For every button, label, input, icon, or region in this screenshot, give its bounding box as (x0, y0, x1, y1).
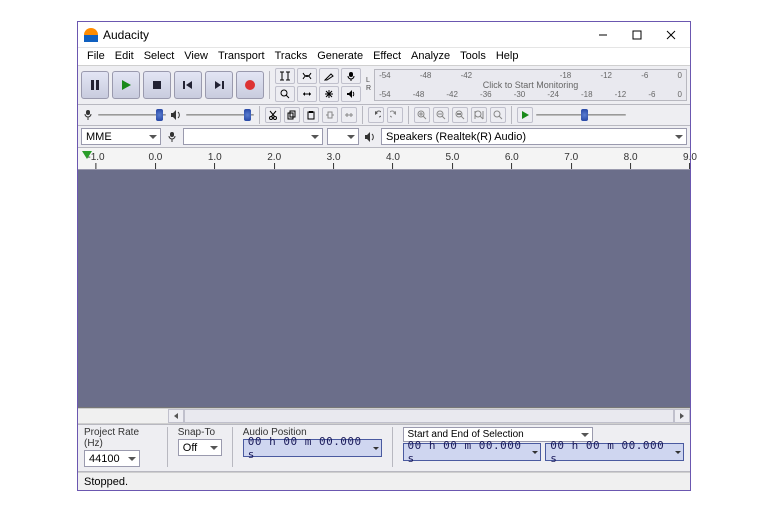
ruler-mark: 5.0 (445, 152, 459, 169)
stop-button[interactable] (143, 71, 171, 99)
rec-device-icon (165, 130, 179, 144)
status-bar: Stopped. (78, 472, 690, 490)
menu-analyze[interactable]: Analyze (406, 50, 455, 62)
menu-transport[interactable]: Transport (213, 50, 270, 62)
recording-device-combo[interactable] (183, 128, 323, 145)
track-area[interactable] (78, 170, 690, 408)
ruler-mark: 6.0 (505, 152, 519, 169)
menubar: File Edit Select View Transport Tracks G… (78, 48, 690, 66)
scroll-left-button[interactable] (168, 409, 184, 423)
menu-tracks[interactable]: Tracks (270, 50, 313, 62)
ruler-mark: -1.0 (87, 152, 104, 169)
fit-project-button[interactable] (471, 107, 487, 123)
play-at-speed-button[interactable] (517, 107, 533, 123)
device-toolbar: MME Speakers (Realtek(R) Audio) (78, 126, 690, 148)
undo-button[interactable] (368, 107, 384, 123)
silence-button[interactable] (341, 107, 357, 123)
ruler-mark: 8.0 (624, 152, 638, 169)
playback-speed-slider[interactable] (536, 110, 626, 120)
snap-to-label: Snap-To (178, 427, 222, 438)
draw-tool[interactable] (319, 68, 339, 84)
zoom-in-button[interactable] (414, 107, 430, 123)
selection-end-field[interactable]: 00 h 00 m 00.000 s (545, 443, 684, 461)
selection-tool[interactable] (275, 68, 295, 84)
mic-slider-icon (81, 108, 95, 122)
multi-tool[interactable] (319, 86, 339, 102)
app-logo-icon (84, 28, 98, 42)
play-button[interactable] (112, 71, 140, 99)
audio-host-combo[interactable]: MME (81, 128, 161, 145)
paste-button[interactable] (303, 107, 319, 123)
menu-tools[interactable]: Tools (455, 50, 491, 62)
project-rate-label: Project Rate (Hz) (84, 427, 157, 449)
ruler-mark: 9.0 (683, 152, 697, 169)
skip-start-button[interactable] (174, 71, 202, 99)
close-button[interactable] (654, 23, 688, 47)
menu-generate[interactable]: Generate (312, 50, 368, 62)
skip-end-button[interactable] (205, 71, 233, 99)
record-button[interactable] (236, 71, 264, 99)
snap-to-combo[interactable]: Off (178, 439, 222, 456)
selection-panel: Project Rate (Hz) 44100 Snap-To Off Audi… (78, 424, 690, 472)
menu-view[interactable]: View (179, 50, 213, 62)
recording-channels-combo[interactable] (327, 128, 359, 145)
speaker-slider-icon (169, 108, 183, 122)
speaker-icon[interactable] (341, 86, 361, 102)
toolbar-row-1: LR -54-48-42-18-12-60 Click to Start Mon… (78, 66, 690, 105)
meter-lr-label: LR (366, 77, 371, 93)
pause-button[interactable] (81, 71, 109, 99)
zoom-toggle-button[interactable] (490, 107, 506, 123)
fit-selection-button[interactable] (452, 107, 468, 123)
ruler-mark: 3.0 (327, 152, 341, 169)
trim-button[interactable] (322, 107, 338, 123)
recording-volume-slider[interactable] (98, 110, 166, 120)
cut-button[interactable] (265, 107, 281, 123)
status-text: Stopped. (84, 476, 128, 488)
tools-grid (275, 68, 361, 102)
minimize-button[interactable] (586, 23, 620, 47)
recording-meter[interactable]: -54-48-42-18-12-60 Click to Start Monito… (374, 69, 687, 101)
menu-file[interactable]: File (82, 50, 110, 62)
menu-effect[interactable]: Effect (368, 50, 406, 62)
titlebar: Audacity (78, 22, 690, 48)
menu-select[interactable]: Select (139, 50, 180, 62)
playback-volume-slider[interactable] (186, 110, 254, 120)
menu-help[interactable]: Help (491, 50, 524, 62)
selection-start-field[interactable]: 00 h 00 m 00.000 s (403, 443, 542, 461)
timeline-ruler[interactable]: -1.00.01.02.03.04.05.06.07.08.09.0 (78, 148, 690, 170)
project-rate-combo[interactable]: 44100 (84, 450, 140, 467)
redo-button[interactable] (387, 107, 403, 123)
audio-position-field[interactable]: 00 h 00 m 00.000 s (243, 439, 382, 457)
envelope-tool[interactable] (297, 68, 317, 84)
mic-icon[interactable] (341, 68, 361, 84)
horizontal-scrollbar[interactable] (78, 408, 690, 424)
meter-click-label: Click to Start Monitoring (483, 80, 579, 90)
scroll-right-button[interactable] (674, 409, 690, 423)
maximize-button[interactable] (620, 23, 654, 47)
zoom-out-button[interactable] (433, 107, 449, 123)
play-device-icon (363, 130, 377, 144)
ruler-mark: 1.0 (208, 152, 222, 169)
playback-device-combo[interactable]: Speakers (Realtek(R) Audio) (381, 128, 687, 145)
ruler-mark: 7.0 (564, 152, 578, 169)
window-title: Audacity (103, 28, 149, 42)
app-window: Audacity File Edit Select View Transport… (77, 21, 691, 491)
copy-button[interactable] (284, 107, 300, 123)
timeshift-tool[interactable] (297, 86, 317, 102)
menu-edit[interactable]: Edit (110, 50, 139, 62)
zoom-tool[interactable] (275, 86, 295, 102)
ruler-mark: 2.0 (267, 152, 281, 169)
toolbar-row-2 (78, 105, 690, 126)
ruler-mark: 0.0 (148, 152, 162, 169)
ruler-mark: 4.0 (386, 152, 400, 169)
